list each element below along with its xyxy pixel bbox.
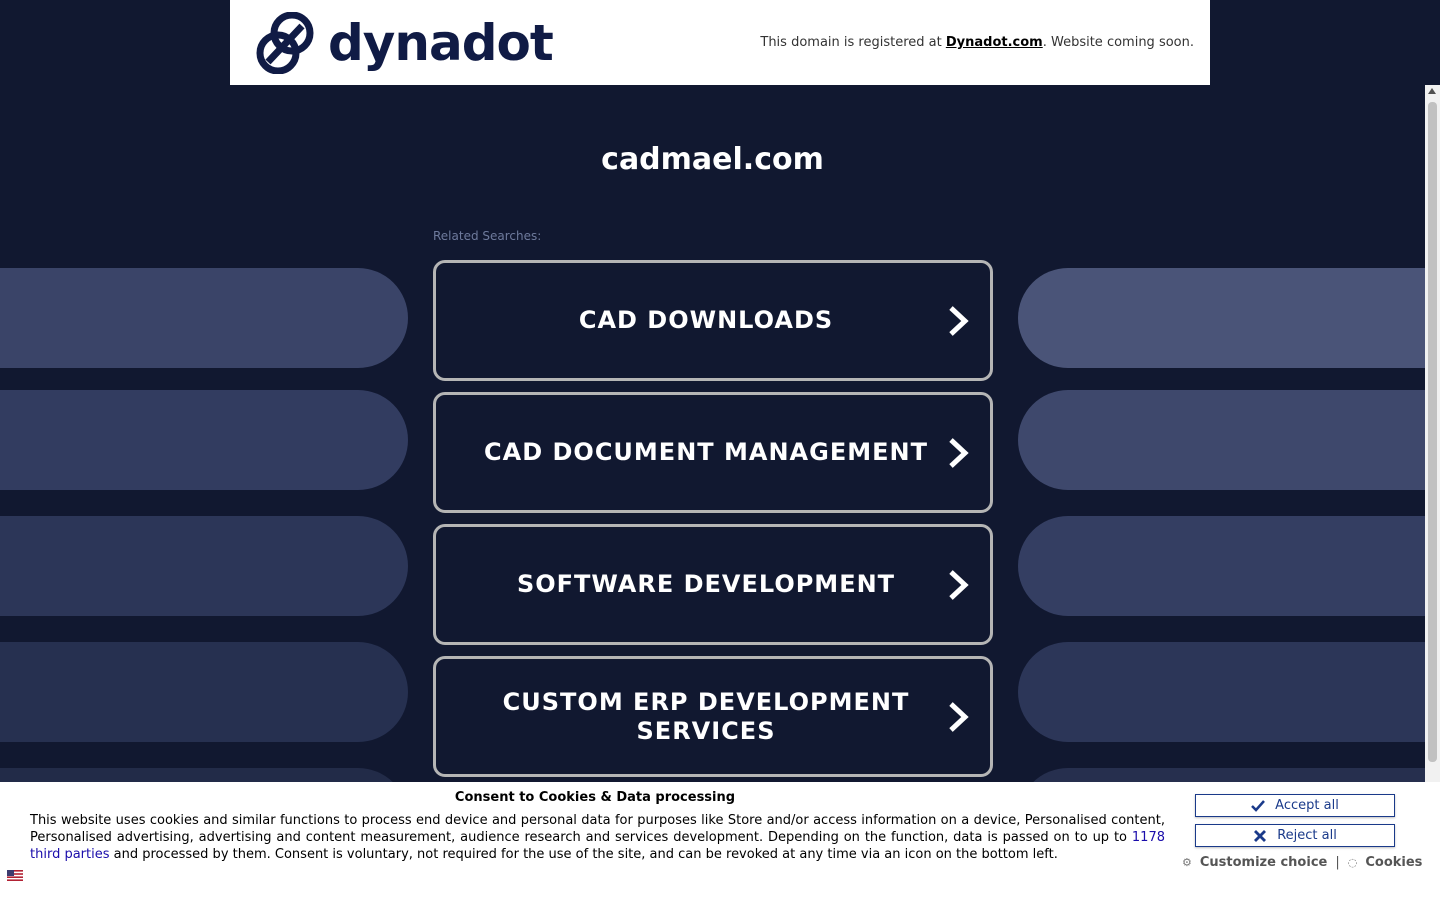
dynadot-link[interactable]: Dynadot.com bbox=[946, 35, 1043, 50]
close-icon bbox=[1254, 829, 1267, 842]
checkmark-icon bbox=[1251, 799, 1266, 812]
registration-message: This domain is registered at Dynadot.com… bbox=[760, 35, 1194, 50]
reject-all-button[interactable]: Reject all bbox=[1195, 824, 1395, 847]
logo-text: dynadot bbox=[328, 13, 554, 72]
header: dynadot This domain is registered at Dyn… bbox=[230, 0, 1210, 85]
related-searches-list: CAD DOWNLOADS CAD DOCUMENT MANAGEMENT SO… bbox=[433, 260, 993, 788]
dynadot-logo[interactable]: dynadot bbox=[256, 11, 554, 74]
chevron-right-icon bbox=[949, 437, 969, 468]
search-button-label: CUSTOM ERP DEVELOPMENT SERVICES bbox=[502, 687, 910, 745]
message-prefix: This domain is registered at bbox=[760, 35, 946, 50]
customize-choice-link[interactable]: Customize choice bbox=[1200, 855, 1327, 870]
bg-pill bbox=[1018, 642, 1440, 742]
search-button-software-development[interactable]: SOFTWARE DEVELOPMENT bbox=[433, 524, 993, 645]
scroll-thumb[interactable] bbox=[1428, 102, 1437, 762]
cookie-links: ⚙ Customize choice | ◌ Cookies bbox=[1182, 855, 1422, 870]
cookie-text-part1: This website uses cookies and similar fu… bbox=[30, 813, 1165, 845]
search-button-cad-document-management[interactable]: CAD DOCUMENT MANAGEMENT bbox=[433, 392, 993, 513]
us-flag-icon[interactable] bbox=[7, 870, 23, 881]
cookie-icon: ◌ bbox=[1347, 856, 1358, 869]
cookie-title: Consent to Cookies & Data processing bbox=[454, 790, 736, 805]
bg-pill bbox=[0, 516, 408, 616]
accept-all-button[interactable]: Accept all bbox=[1195, 794, 1395, 817]
accept-all-label: Accept all bbox=[1275, 798, 1339, 813]
chevron-right-icon bbox=[949, 701, 969, 732]
dynadot-logo-icon bbox=[256, 11, 314, 74]
search-button-cad-downloads[interactable]: CAD DOWNLOADS bbox=[433, 260, 993, 381]
separator: | bbox=[1335, 855, 1340, 870]
cookies-link[interactable]: Cookies bbox=[1365, 855, 1422, 870]
chevron-right-icon bbox=[949, 305, 969, 336]
cookie-description: This website uses cookies and similar fu… bbox=[30, 812, 1165, 863]
message-suffix: . Website coming soon. bbox=[1042, 35, 1194, 50]
bg-pill bbox=[1018, 268, 1440, 368]
search-button-label: CAD DOCUMENT MANAGEMENT bbox=[484, 438, 928, 467]
scroll-up-arrow-icon[interactable] bbox=[1428, 88, 1436, 94]
cookie-text-part2: and processed by them. Consent is volunt… bbox=[109, 847, 1058, 862]
bg-pill bbox=[0, 642, 408, 742]
reject-all-label: Reject all bbox=[1277, 828, 1337, 843]
chevron-right-icon bbox=[949, 569, 969, 600]
bg-pill bbox=[1018, 516, 1440, 616]
search-button-label: SOFTWARE DEVELOPMENT bbox=[516, 570, 896, 599]
bg-pill bbox=[0, 390, 408, 490]
search-button-custom-erp-development-services[interactable]: CUSTOM ERP DEVELOPMENT SERVICES bbox=[433, 656, 993, 777]
cookie-consent-banner: Consent to Cookies & Data processing Thi… bbox=[0, 782, 1440, 900]
bg-pill bbox=[0, 268, 408, 368]
scrollbar[interactable] bbox=[1425, 85, 1440, 900]
related-searches-label: Related Searches: bbox=[433, 229, 542, 243]
bg-pill bbox=[1018, 390, 1440, 490]
gear-icon: ⚙ bbox=[1182, 856, 1192, 869]
search-button-label: CAD DOWNLOADS bbox=[578, 306, 834, 335]
domain-title: cadmael.com bbox=[601, 142, 824, 177]
